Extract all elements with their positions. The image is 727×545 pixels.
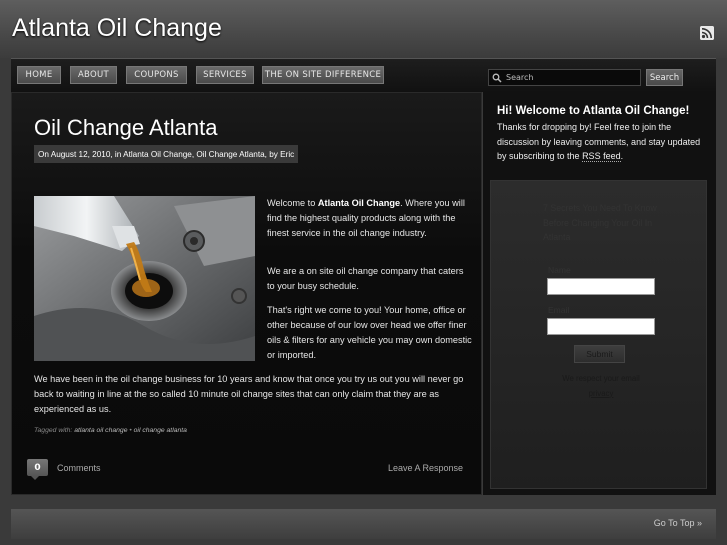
- privacy-link[interactable]: privacy: [589, 389, 614, 398]
- post-para-4: We have been in the oil change business …: [34, 374, 464, 414]
- welcome-title: Hi! Welcome to Atlanta Oil Change!: [497, 105, 690, 117]
- post-para-3: That's right we come to you! Your home, …: [267, 305, 472, 360]
- site-header: Atlanta Oil Change: [0, 0, 727, 58]
- leave-response-link[interactable]: Leave A Response: [388, 463, 463, 473]
- post-content: Oil Change Atlanta On August 12, 2010, i…: [11, 92, 482, 495]
- site-name-bold: Atlanta Oil Change: [317, 198, 401, 208]
- sidebar: Hi! Welcome to Atlanta Oil Change! Thank…: [483, 92, 716, 495]
- comment-count-badge[interactable]: 0: [27, 459, 48, 480]
- tag-link[interactable]: atlanta oil change: [74, 427, 127, 434]
- email-field[interactable]: [547, 318, 655, 335]
- nav-services[interactable]: SERVICES: [196, 66, 254, 84]
- search-icon: [492, 73, 502, 83]
- main-nav: HOME ABOUT COUPONS SERVICES THE ON SITE …: [11, 58, 716, 92]
- nav-coupons[interactable]: COUPONS: [126, 66, 187, 84]
- post-tags: Tagged with: atlanta oil change • oil ch…: [34, 427, 187, 434]
- oil-pour-image: [34, 196, 255, 361]
- name-label: Name: [548, 265, 571, 275]
- post-meta: On August 12, 2010, in Atlanta Oil Chang…: [34, 145, 299, 163]
- nav-about[interactable]: ABOUT: [70, 66, 117, 84]
- nav-on-site-difference[interactable]: THE ON SITE DIFFERENCE: [262, 66, 384, 84]
- go-to-top-link[interactable]: Go To Top »: [654, 518, 702, 528]
- optin-form: 7 Secrets You Need To Know Before Changi…: [490, 180, 707, 489]
- comments-link[interactable]: Comments: [57, 463, 101, 473]
- rss-icon[interactable]: [700, 26, 714, 40]
- post-intro: Welcome to Atlanta Oil Change. Where you…: [267, 198, 465, 238]
- search-placeholder: Search: [506, 73, 534, 82]
- nav-home[interactable]: HOME: [17, 66, 61, 84]
- welcome-text: Thanks for dropping by! Feel free to joi…: [497, 122, 701, 162]
- rss-feed-link[interactable]: RSS feed: [582, 151, 621, 162]
- name-field[interactable]: [547, 278, 655, 295]
- submit-button[interactable]: Submit: [574, 345, 625, 363]
- optin-heading: 7 Secrets You Need To Know Before Changi…: [543, 203, 657, 242]
- search-input[interactable]: Search: [488, 69, 641, 86]
- site-footer: Go To Top »: [11, 509, 716, 539]
- site-title[interactable]: Atlanta Oil Change: [12, 14, 222, 43]
- privacy-note: We respect your email privacy: [562, 374, 640, 398]
- post-title[interactable]: Oil Change Atlanta: [34, 115, 217, 141]
- post-para-2: We are a on site oil change company that…: [267, 266, 464, 291]
- search-button[interactable]: Search: [646, 69, 683, 86]
- tag-link[interactable]: oil change atlanta: [134, 427, 187, 434]
- email-label: Email: [548, 305, 570, 315]
